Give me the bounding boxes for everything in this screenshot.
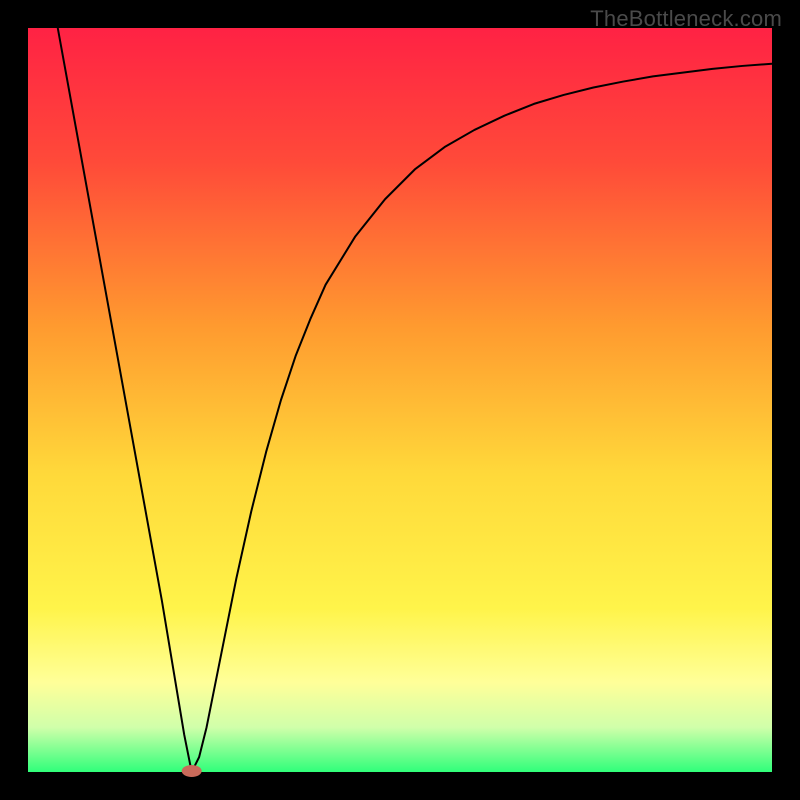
minimum-marker — [182, 765, 202, 777]
bottleneck-chart — [0, 0, 800, 800]
watermark-text: TheBottleneck.com — [590, 6, 782, 32]
chart-container: TheBottleneck.com — [0, 0, 800, 800]
